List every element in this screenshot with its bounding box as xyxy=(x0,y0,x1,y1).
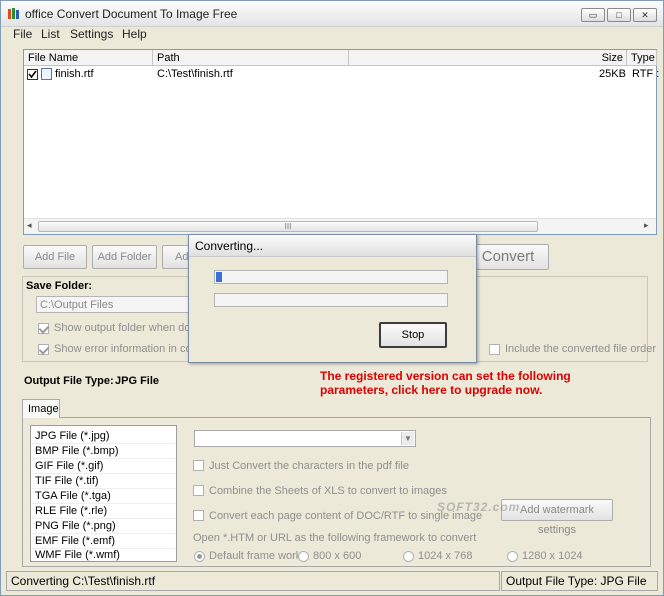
progress-fill-file xyxy=(216,272,222,282)
show-output-folder-label: Show output folder when done xyxy=(54,322,203,334)
radio-800x600[interactable] xyxy=(298,551,309,562)
file-type-wmf: WMF File (*.wmf) xyxy=(35,549,120,561)
radio-1024x768[interactable] xyxy=(403,551,414,562)
scroll-thumb[interactable]: III xyxy=(38,221,538,232)
main-window: office Convert Document To Image Free ▭ … xyxy=(0,0,664,596)
save-folder-input[interactable]: C:\Output Files xyxy=(36,296,196,313)
status-output-type: Output File Type: JPG File xyxy=(506,574,647,588)
radio-1280x1024[interactable] xyxy=(507,551,518,562)
include-order-checkbox[interactable] xyxy=(489,344,500,355)
file-type-gif: GIF File (*.gif) xyxy=(35,460,104,472)
file-type-jpg: JPG File (*.jpg) xyxy=(35,430,110,442)
upgrade-promo-line1[interactable]: The registered version can set the follo… xyxy=(320,369,571,383)
list-item[interactable]: RLE File (*.rle) xyxy=(31,504,176,519)
app-icon xyxy=(7,7,21,21)
show-output-folder-checkbox[interactable] xyxy=(38,323,49,334)
row-file-name: finish.rtf xyxy=(55,68,94,80)
scroll-grip-icon: III xyxy=(284,222,292,231)
just-convert-label: Just Convert the characters in the pdf f… xyxy=(209,460,409,472)
row-size: 25KB xyxy=(599,68,626,80)
row-type: RTF : xyxy=(632,68,660,80)
file-type-png: PNG File (*.png) xyxy=(35,520,116,532)
list-item[interactable]: BMP File (*.bmp) xyxy=(31,444,176,459)
progress-bar-total xyxy=(214,293,448,307)
upgrade-promo-line2[interactable]: parameters, click here to upgrade now. xyxy=(320,383,542,397)
convert-button[interactable]: Convert xyxy=(467,244,549,270)
dialog-title: Converting... xyxy=(189,235,476,257)
list-item[interactable]: PNG File (*.png) xyxy=(31,519,176,534)
tab-image[interactable]: Image xyxy=(22,399,60,418)
list-item[interactable]: GIF File (*.gif) xyxy=(31,459,176,474)
list-item[interactable]: EMF File (*.emf) xyxy=(31,534,176,549)
file-list[interactable]: File Name Path Size Type finish.rtf C:\T… xyxy=(23,49,660,235)
window-title: office Convert Document To Image Free xyxy=(25,7,238,21)
status-converting: Converting C:\Test\finish.rtf xyxy=(11,574,156,588)
show-error-info-checkbox[interactable] xyxy=(38,344,49,355)
column-header-file-name[interactable]: File Name xyxy=(24,50,153,66)
list-item[interactable]: WMF File (*.wmf) xyxy=(31,548,176,563)
maximize-button[interactable]: □ xyxy=(607,8,631,22)
output-file-type-label: Output File Type: xyxy=(24,375,114,387)
minimize-button[interactable]: ▭ xyxy=(581,8,605,22)
progress-bar-file xyxy=(214,270,448,284)
include-order-label: Include the converted file order xyxy=(505,343,657,355)
column-header-type[interactable]: Type xyxy=(627,50,657,66)
format-dropdown[interactable]: ▼ xyxy=(194,430,416,447)
chevron-down-icon[interactable]: ▼ xyxy=(401,432,414,445)
list-item[interactable]: JPG File (*.jpg) xyxy=(31,429,176,444)
row-checkbox[interactable] xyxy=(27,69,38,80)
file-type-emf: EMF File (*.emf) xyxy=(35,535,116,547)
file-type-bmp: BMP File (*.bmp) xyxy=(35,445,119,457)
scroll-right-icon[interactable]: ▸ xyxy=(644,220,649,231)
tab-image-label: Image xyxy=(28,403,59,415)
list-item[interactable]: TGA File (*.tga) xyxy=(31,489,176,504)
row-path: C:\Test\finish.rtf xyxy=(157,68,233,80)
radio-default-frame-label: Default frame work xyxy=(209,550,302,562)
radio-1280x1024-label: 1280 x 1024 xyxy=(522,550,583,562)
combine-sheets-label: Combine the Sheets of XLS to convert to … xyxy=(209,485,447,497)
image-options-panel: JPG File (*.jpg) BMP File (*.bmp) GIF Fi… xyxy=(22,417,651,567)
column-header-size[interactable]: Size xyxy=(584,50,627,66)
just-convert-checkbox[interactable] xyxy=(193,460,204,471)
file-type-rle: RLE File (*.rle) xyxy=(35,505,108,517)
file-type-tif: TIF File (*.tif) xyxy=(35,475,99,487)
menu-bar: File List Settings Help xyxy=(1,27,663,42)
horizontal-scrollbar[interactable]: ◂ III ▸ xyxy=(24,218,656,234)
save-folder-path: C:\Output Files xyxy=(40,299,114,311)
converting-dialog: Converting... Stop xyxy=(188,234,477,363)
list-item[interactable]: TIF File (*.tif) xyxy=(31,474,176,489)
radio-default-frame[interactable] xyxy=(194,551,205,562)
file-type-tga: TGA File (*.tga) xyxy=(35,490,111,502)
menu-settings[interactable]: Settings xyxy=(70,27,113,41)
add-file-button[interactable]: Add File xyxy=(23,245,87,269)
combine-sheets-checkbox[interactable] xyxy=(193,485,204,496)
menu-list[interactable]: List xyxy=(41,27,60,41)
title-bar: office Convert Document To Image Free ▭ … xyxy=(1,1,663,27)
output-file-type-value: JPG File xyxy=(115,375,160,387)
close-button[interactable]: ✕ xyxy=(633,8,657,22)
stop-button[interactable]: Stop xyxy=(379,322,447,348)
each-page-checkbox[interactable] xyxy=(193,510,204,521)
column-header-size-label: Size xyxy=(601,52,623,64)
file-type-list[interactable]: JPG File (*.jpg) BMP File (*.bmp) GIF Fi… xyxy=(30,425,177,562)
open-htm-label: Open *.HTM or URL as the following frame… xyxy=(193,532,477,544)
radio-1024x768-label: 1024 x 768 xyxy=(418,550,473,562)
scroll-left-icon[interactable]: ◂ xyxy=(27,220,32,231)
table-row[interactable]: finish.rtf C:\Test\finish.rtf 25KB RTF : xyxy=(24,67,660,82)
save-folder-label: Save Folder: xyxy=(26,280,93,292)
menu-help[interactable]: Help xyxy=(122,27,147,41)
soft32-watermark: SOFT32.com xyxy=(437,500,521,514)
status-bar-left: Converting C:\Test\finish.rtf xyxy=(6,571,500,591)
add-folder-button[interactable]: Add Folder xyxy=(92,245,157,269)
document-icon xyxy=(41,68,52,80)
column-header-path[interactable]: Path xyxy=(153,50,349,66)
radio-800x600-label: 800 x 600 xyxy=(313,550,362,562)
status-bar-right: Output File Type: JPG File xyxy=(501,571,658,591)
menu-file[interactable]: File xyxy=(13,27,32,41)
